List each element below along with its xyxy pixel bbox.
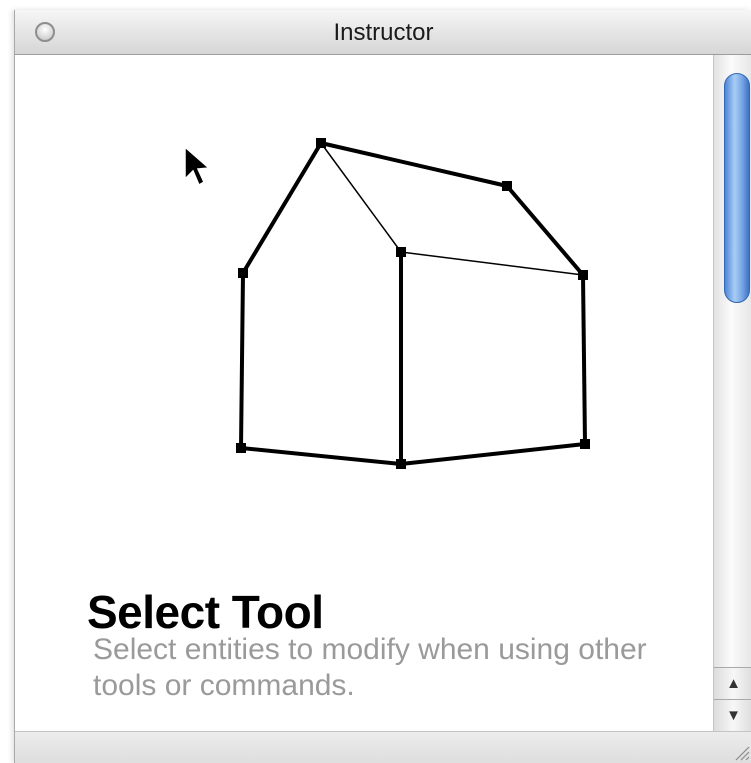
scroll-down-arrow-icon: ▼ [726, 707, 741, 724]
scroll-up-arrow-icon: ▲ [726, 675, 741, 692]
edge-front-wall-top [243, 252, 401, 273]
edge-roof-left-slope [241, 141, 323, 275]
edge-base-right [399, 442, 587, 466]
vertex-left-eave [238, 268, 248, 278]
edge-left-wall [239, 271, 245, 450]
scroll-down-button[interactable]: ▼ [714, 699, 751, 731]
edge-base-left [239, 446, 403, 466]
resize-grip-icon[interactable] [730, 741, 750, 761]
instructor-window: Instructor Select Tool Select entities t… [14, 10, 751, 763]
edge-right-wall [581, 273, 587, 446]
vertical-scrollbar[interactable]: ▲ ▼ [713, 55, 751, 731]
vertex-right-eave [578, 270, 588, 280]
vertex-base-front [396, 459, 406, 469]
arrow-cursor-icon [184, 145, 211, 187]
edge-eave [400, 251, 584, 276]
scroll-up-button[interactable]: ▲ [714, 667, 751, 699]
instructor-content: Select Tool Select entities to modify wh… [15, 55, 713, 731]
status-bar [15, 731, 751, 763]
house-wireframe-illustration [184, 138, 590, 469]
title-bar[interactable]: Instructor [15, 10, 751, 55]
vertex-front-eave [396, 247, 406, 257]
window-title: Instructor [333, 19, 434, 46]
vertex-base-left [236, 443, 246, 453]
vertex-base-right [580, 439, 590, 449]
scroll-thumb[interactable] [724, 73, 750, 303]
tool-description: Select entities to modify when using oth… [93, 633, 647, 702]
tool-name: Select Tool [87, 586, 324, 638]
vertex-roof-peak [316, 138, 326, 148]
edge-roof-right-slope [505, 184, 585, 277]
vertex-ridge-end [502, 181, 512, 191]
edge-roof-ridge [319, 141, 509, 188]
